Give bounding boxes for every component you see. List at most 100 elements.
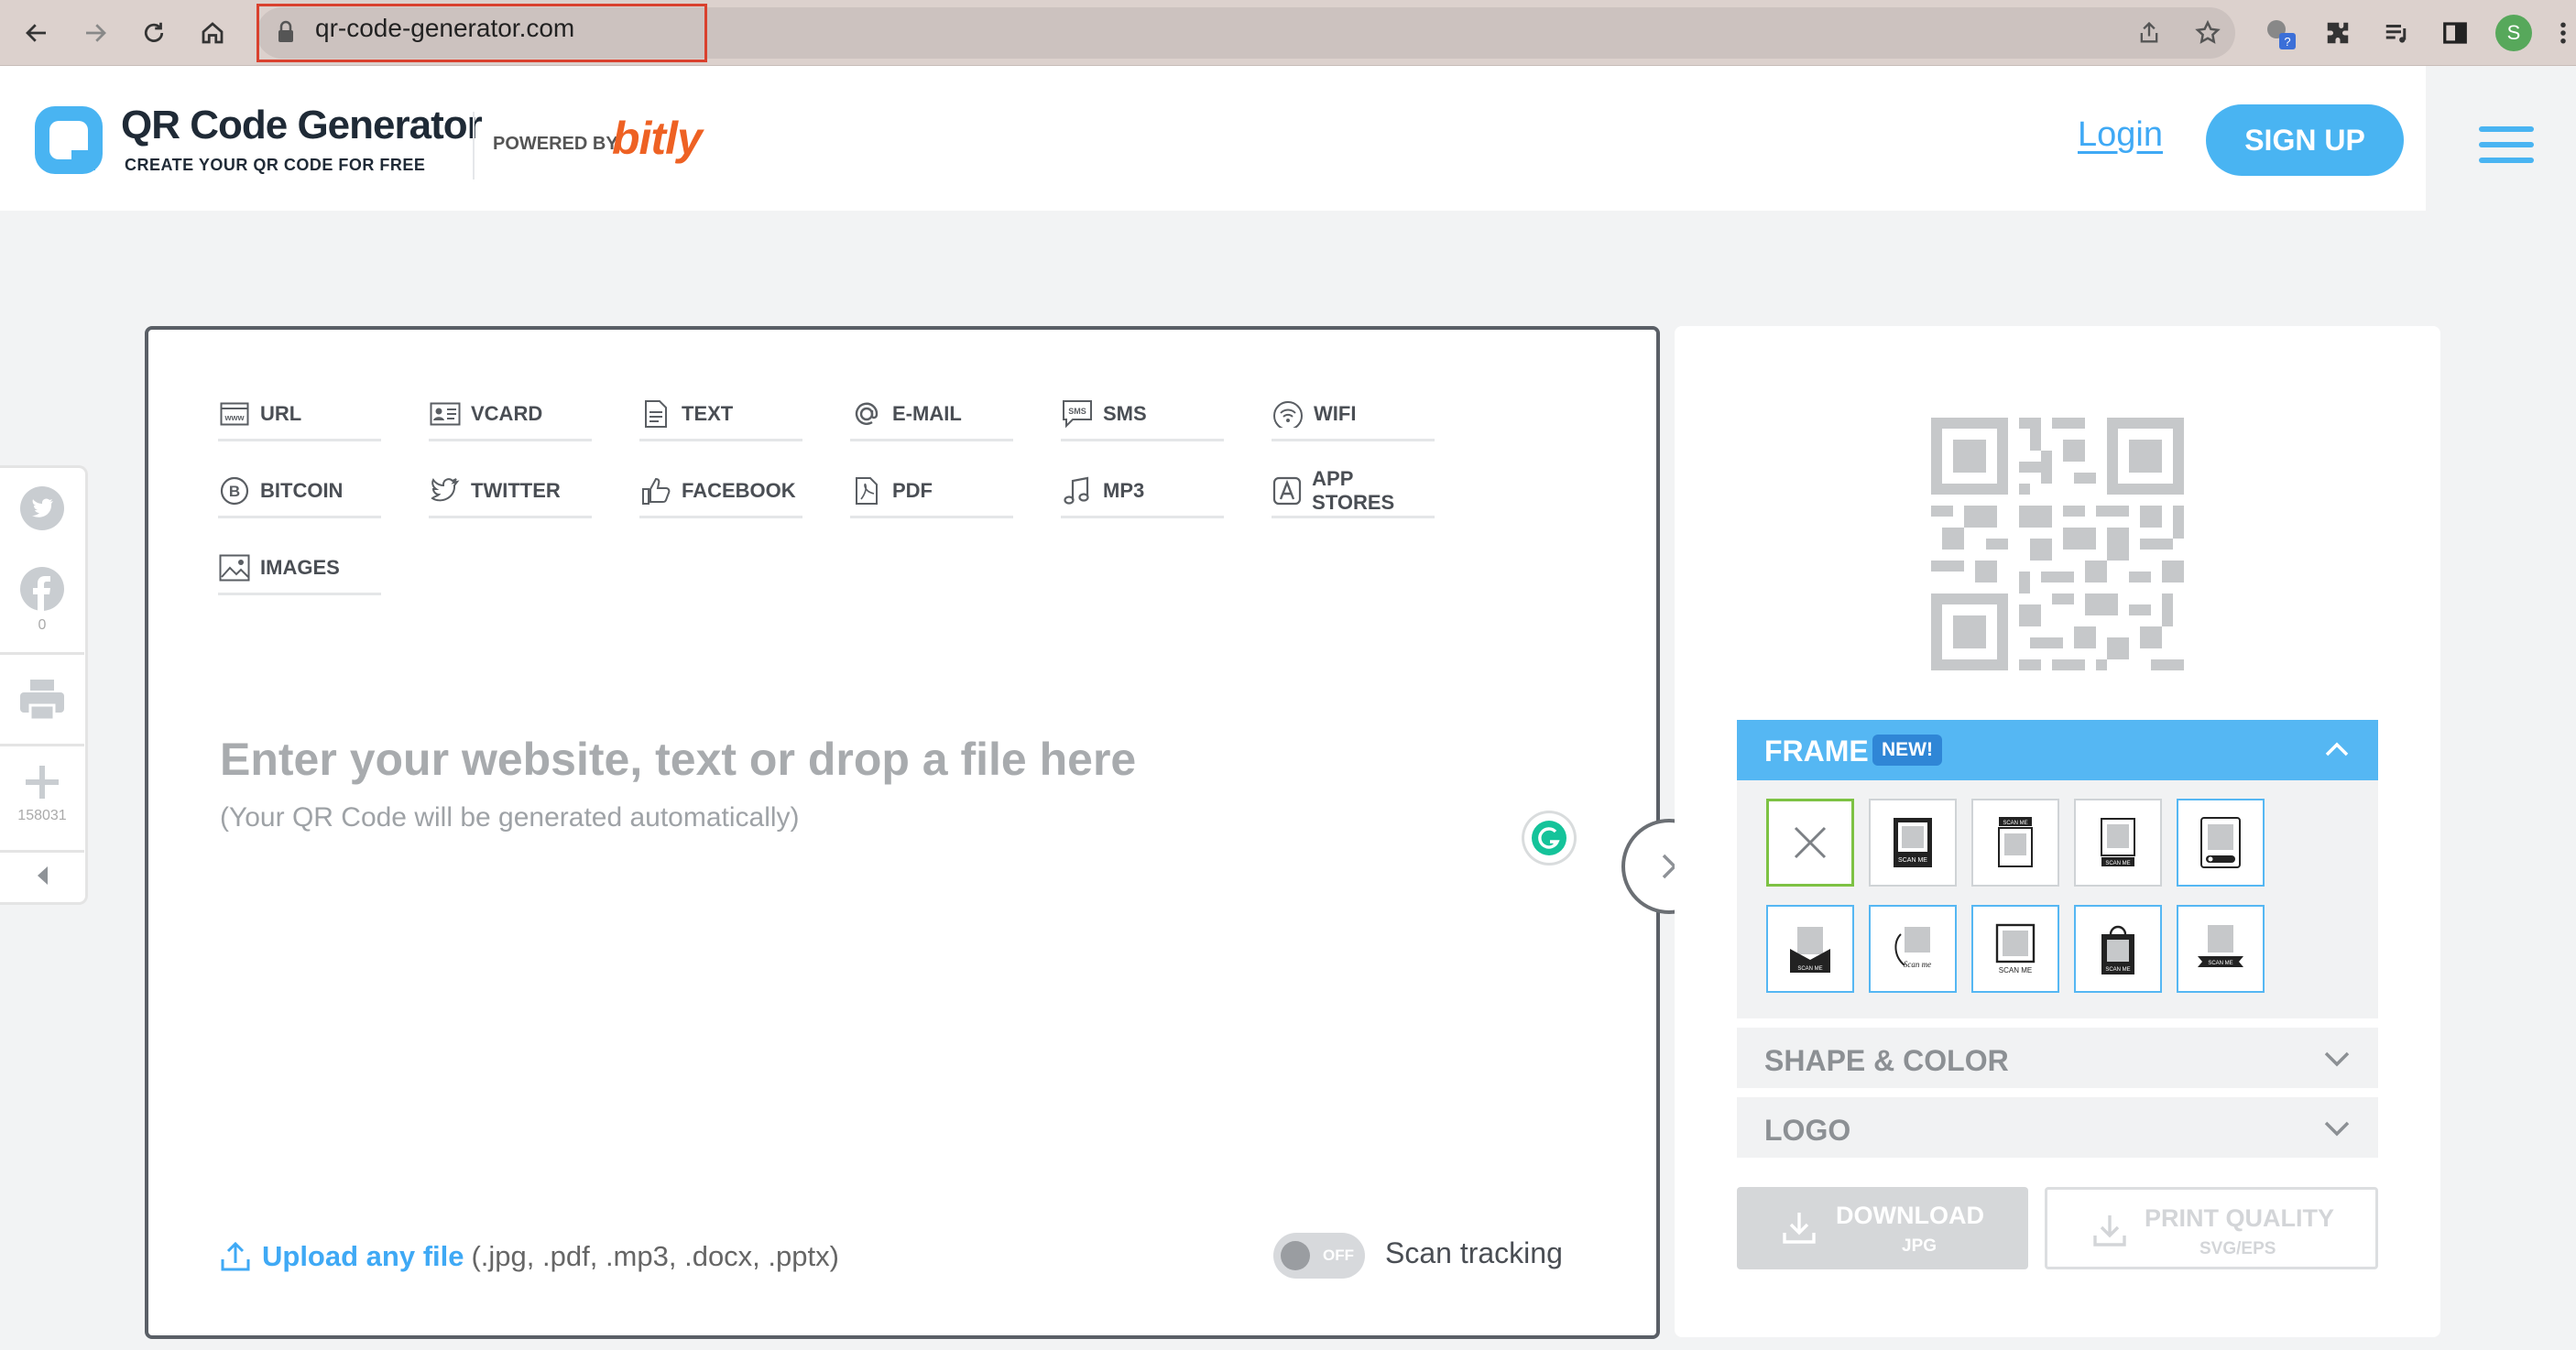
svg-text:SCAN ME: SCAN ME [1999,966,2032,974]
upload-icon[interactable] [220,1241,251,1272]
svg-text:SCAN ME: SCAN ME [2105,861,2130,866]
tab-twitter[interactable]: TWITTER [429,465,592,518]
frame-option[interactable]: SCAN ME [1971,799,2059,887]
print-button[interactable] [0,678,84,722]
svg-text:www: www [224,413,245,422]
thumbs-up-icon [639,474,672,507]
content-input-placeholder[interactable]: Enter your website, text or drop a file … [220,733,1136,786]
app-store-icon [1272,474,1303,507]
image-icon [218,551,251,584]
signup-button[interactable]: SIGN UP [2206,104,2404,176]
download-icon [1781,1209,1817,1246]
tab-images[interactable]: IMAGES [218,542,381,595]
frame-option[interactable]: SCAN ME [1766,905,1854,993]
svg-text:SCAN ME: SCAN ME [2105,967,2130,973]
tab-sms[interactable]: SMS SMS [1061,388,1224,441]
scan-tracking-toggle[interactable]: OFF [1273,1233,1365,1279]
forward-icon[interactable] [75,13,115,53]
vcard-icon [429,397,462,430]
tab-pdf[interactable]: PDF [850,465,1013,518]
powered-by-label: POWERED BY [493,134,618,154]
twitter-share-button[interactable] [0,485,84,531]
text-doc-icon [639,397,672,430]
divider [0,652,84,655]
grammarly-icon[interactable] [1524,813,1574,863]
upload-row: Upload any file (.jpg, .pdf, .mp3, .docx… [220,1240,839,1273]
reload-icon[interactable] [134,13,174,53]
frame-option[interactable]: SCAN ME [2177,905,2265,993]
side-panel-icon[interactable] [2435,13,2475,53]
svg-text:B: B [229,483,240,500]
frame-option[interactable]: SCAN ME [2074,799,2162,887]
close-icon [1794,826,1827,859]
home-icon[interactable] [192,13,233,53]
tab-text[interactable]: TEXT [639,388,802,441]
login-link[interactable]: Login [2078,115,2163,155]
frame-option[interactable]: SCAN ME [1869,799,1957,887]
shape-color-accordion[interactable]: SHAPE & COLOR [1737,1028,2378,1088]
toggle-state: OFF [1323,1247,1354,1264]
at-icon [850,397,883,430]
divider [0,744,84,746]
bitcoin-icon: B [218,474,251,507]
logo-accordion-title: LOGO [1764,1114,1851,1147]
tab-facebook[interactable]: FACEBOOK [639,465,802,518]
tab-app-stores[interactable]: APP STORES [1272,465,1435,518]
bookmark-star-icon[interactable] [2188,13,2228,53]
tab-bitcoin[interactable]: B BITCOIN [218,465,381,518]
upload-file-link[interactable]: Upload any file [262,1240,464,1273]
facebook-count: 0 [38,617,47,633]
bitly-logo[interactable]: bitly [612,112,703,165]
frame-option[interactable]: SCAN ME [2074,905,2162,993]
tab-vcard[interactable]: VCARD [429,388,592,441]
svg-text:SCAN ME: SCAN ME [1797,966,1822,972]
tab-email[interactable]: E-MAIL [850,388,1013,441]
facebook-share-button[interactable]: 0 [0,566,84,634]
www-icon: www [218,397,251,430]
collapse-sidebar-icon[interactable] [0,865,84,887]
music-note-icon [1061,474,1094,507]
tab-mp3[interactable]: MP3 [1061,465,1224,518]
qr-code-preview [1931,418,2184,670]
svg-text:SCAN ME: SCAN ME [2208,961,2232,966]
logo-subtitle: CREATE YOUR QR CODE FOR FREE [125,156,426,174]
divider [0,850,84,853]
more-vert-icon[interactable] [2543,13,2576,53]
frame-option[interactable] [2177,799,2265,887]
frame-option[interactable]: Scan me [1869,905,1957,993]
upload-extensions: (.jpg, .pdf, .mp3, .docx, .pptx) [471,1240,839,1272]
new-badge: NEW! [1872,735,1942,766]
hamburger-menu-icon[interactable] [2479,126,2534,163]
frame-title: FRAME [1764,735,1869,768]
svg-text:SMS: SMS [1068,407,1086,416]
extension-icon[interactable]: ? [2259,13,2299,53]
frame-option[interactable]: SCAN ME [1971,905,2059,993]
download-button[interactable]: DOWNLOAD JPG [1737,1187,2028,1269]
logo-title[interactable]: QR Code Generator [121,103,483,148]
puzzle-icon[interactable] [2318,13,2358,53]
content-input-hint: (Your QR Code will be generated automati… [220,802,800,833]
shape-color-title: SHAPE & COLOR [1764,1044,2009,1077]
chevron-down-icon [2323,1117,2351,1139]
toggle-knob [1281,1241,1310,1270]
sms-icon: SMS [1061,397,1094,430]
logo-accordion[interactable]: LOGO [1737,1097,2378,1158]
frame-accordion-header[interactable]: FRAME NEW! [1737,720,2378,780]
profile-avatar[interactable]: S [2494,13,2534,53]
url-highlight-box [257,4,707,62]
print-quality-format: SVG/EPS [2199,1239,2276,1258]
tab-url[interactable]: www URL [218,388,381,441]
frame-option-none[interactable] [1766,799,1854,887]
logo-icon[interactable] [31,103,106,178]
tab-wifi[interactable]: WIFI [1272,388,1435,441]
logo-divider [473,112,475,180]
pdf-icon [850,474,883,507]
scan-tracking-label: Scan tracking [1385,1236,1563,1269]
reading-list-icon[interactable] [2376,13,2417,53]
share-icon[interactable] [2129,13,2169,53]
share-count: 158031 [17,808,67,823]
back-icon[interactable] [16,13,57,53]
more-share-button[interactable]: 158031 [0,762,84,824]
svg-text:Scan me: Scan me [1904,960,1931,969]
print-quality-button[interactable]: PRINT QUALITY SVG/EPS [2045,1187,2378,1269]
